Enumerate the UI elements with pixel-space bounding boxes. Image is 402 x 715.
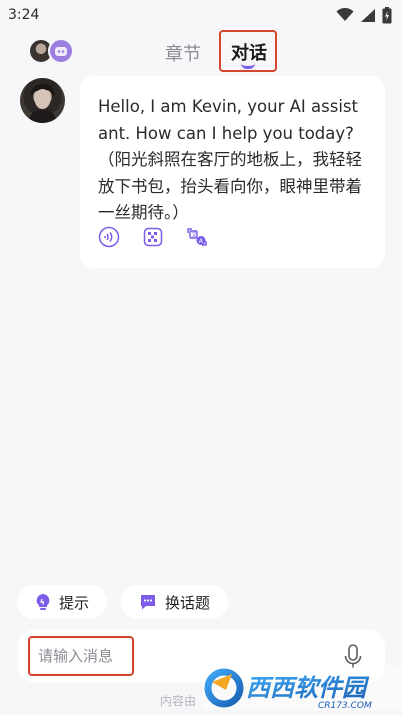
status-time: 3:24	[8, 7, 40, 23]
kevin-portrait	[28, 84, 57, 123]
signal-icon	[361, 8, 375, 22]
status-bar: 3:24	[0, 0, 402, 30]
change-topic-label: 换话题	[165, 593, 211, 612]
message-text: Hello, I am Kevin, your AI assistant. Ho…	[98, 97, 362, 222]
tab-bar: 章节 对话	[0, 30, 402, 74]
tab-chapter[interactable]: 章节	[165, 40, 201, 66]
hint-label: 提示	[59, 593, 90, 612]
tab-chat-label: 对话	[231, 43, 267, 64]
header: 章节 对话	[0, 30, 402, 74]
change-topic-button[interactable]: 换话题	[121, 585, 228, 619]
active-tab-indicator	[241, 63, 255, 69]
wifi-icon	[336, 8, 354, 21]
message-actions: 文 A	[98, 226, 208, 248]
hint-button[interactable]: 提示	[17, 585, 107, 619]
message-input-wrapper	[28, 636, 134, 676]
bot-avatar[interactable]	[20, 78, 65, 123]
tab-chat[interactable]: 对话	[219, 30, 277, 72]
status-icons	[336, 6, 392, 24]
watermark-logo: 西西软件园 CR173.COM	[202, 666, 402, 711]
message-input[interactable]	[38, 647, 132, 665]
pattern-icon[interactable]	[142, 226, 164, 248]
message-bubble: Hello, I am Kevin, your AI assistant. Ho…	[80, 76, 385, 268]
translate-icon[interactable]: 文 A	[186, 226, 208, 248]
svg-text:文: 文	[191, 231, 197, 239]
lightbulb-icon	[36, 594, 50, 610]
footer-note: 内容由	[160, 694, 197, 708]
audio-icon[interactable]	[98, 226, 120, 248]
svg-text:CR173.COM: CR173.COM	[318, 701, 372, 711]
battery-icon	[382, 6, 392, 23]
svg-text:西西软件园: 西西软件园	[246, 674, 370, 702]
chat-bubble-icon	[141, 595, 155, 610]
